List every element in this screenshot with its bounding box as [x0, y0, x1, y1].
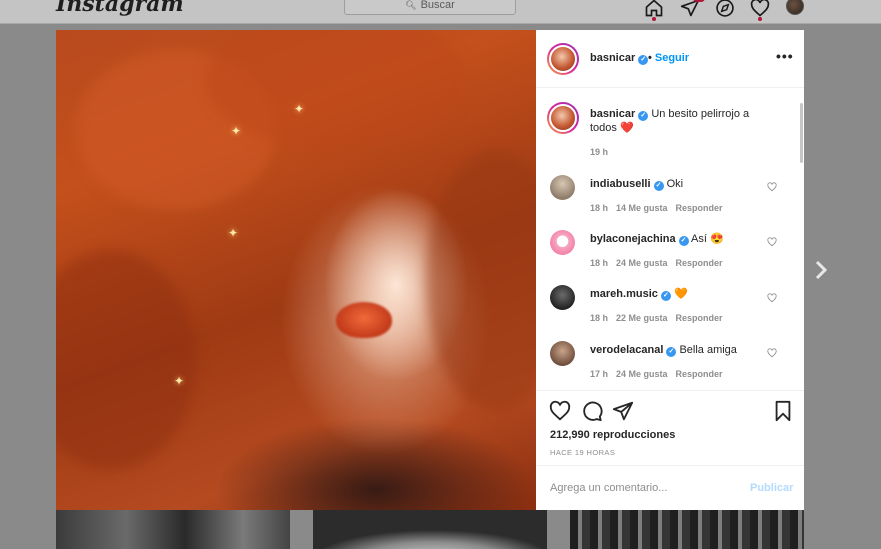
- verified-badge-icon: ✓: [638, 111, 649, 121]
- comment-avatar[interactable]: [550, 175, 575, 200]
- comment-meta: 18 h 24 Me gusta Responder: [590, 258, 723, 268]
- comments-list[interactable]: basnicar ✓ Un besito pelirrojo a todos ❤️…: [536, 89, 804, 389]
- comment-avatar[interactable]: [550, 341, 575, 366]
- post-image[interactable]: ✦ ✦ ✦ ✦: [56, 30, 536, 510]
- hair-shadow: [426, 150, 536, 410]
- notification-badge: [693, 0, 705, 2]
- follow-button[interactable]: • Seguir: [648, 52, 689, 64]
- verified-badge-icon: ✓: [660, 291, 671, 301]
- direct-icon[interactable]: [680, 0, 700, 18]
- top-nav-bar: Instagram 🔍︎ Buscar: [0, 0, 881, 24]
- comment-text: indiabuselli ✓ Oki: [590, 178, 684, 191]
- caption-text: basnicar ✓ Un besito pelirrojo a todos ❤️: [590, 108, 750, 134]
- home-active-dot: [652, 17, 656, 21]
- activity-dot: [758, 17, 762, 21]
- comment-avatar[interactable]: [550, 230, 575, 255]
- comments-scrollbar[interactable]: [800, 103, 803, 163]
- view-count[interactable]: 212,990 reproducciones: [550, 429, 675, 441]
- comment-meta: 17 h 24 Me gusta Responder: [590, 369, 723, 379]
- heart-eyes-emoji: 😍: [710, 233, 724, 245]
- home-icon[interactable]: [644, 0, 664, 18]
- search-input[interactable]: 🔍︎ Buscar: [344, 0, 516, 15]
- caption-username[interactable]: basnicar: [590, 108, 635, 120]
- more-options-icon[interactable]: •••: [776, 48, 794, 64]
- comment-text: verodelacanal ✓ Bella amiga: [590, 344, 737, 357]
- sparkle-icon: ✦: [231, 124, 242, 138]
- sparkle-icon: ✦: [174, 374, 185, 388]
- comment-bubble-icon[interactable]: [581, 400, 603, 422]
- activity-heart-icon[interactable]: [750, 0, 770, 18]
- publish-button[interactable]: Publicar: [750, 482, 793, 494]
- save-bookmark-icon[interactable]: [772, 400, 794, 422]
- caption-time: 19 h: [590, 147, 609, 157]
- comment-text: mareh.music ✓ 🧡: [590, 288, 688, 301]
- verified-badge-icon: ✓: [638, 55, 649, 65]
- like-heart-icon[interactable]: [549, 400, 571, 422]
- post-header: basnicar ✓ • Seguir •••: [536, 30, 804, 88]
- like-comment-heart-icon[interactable]: [767, 348, 777, 358]
- heart-emoji: ❤️: [619, 122, 634, 134]
- post-side-panel: basnicar ✓ • Seguir ••• basnicar ✓ Un besit…: [536, 30, 804, 510]
- hair-shadow: [56, 250, 196, 470]
- add-comment-bar: Agrega un comentario... Publicar: [536, 465, 804, 510]
- grid-thumbnail[interactable]: [570, 510, 804, 549]
- grid-thumbnail[interactable]: [56, 510, 290, 549]
- comment-meta: 18 h 14 Me gusta Responder: [590, 203, 723, 213]
- orange-heart-emoji: 🧡: [673, 288, 688, 300]
- grid-thumbnail[interactable]: [313, 510, 547, 549]
- sparkle-icon: ✦: [228, 226, 239, 240]
- post-actions: 212,990 reproducciones HACE 19 HORAS: [536, 390, 804, 465]
- verified-badge-icon: ✓: [678, 236, 689, 246]
- posted-time[interactable]: HACE 19 HORAS: [550, 448, 615, 457]
- comment-avatar[interactable]: [550, 285, 575, 310]
- lips: [336, 302, 392, 338]
- verified-badge-icon: ✓: [666, 347, 677, 357]
- owner-username[interactable]: basnicar ✓: [590, 52, 649, 65]
- search-icon: 🔍︎: [405, 0, 417, 10]
- like-comment-heart-icon[interactable]: [767, 182, 777, 192]
- owner-avatar[interactable]: [547, 43, 579, 75]
- search-placeholder: Buscar: [420, 0, 455, 11]
- caption-avatar[interactable]: [547, 102, 579, 134]
- share-direct-icon[interactable]: [612, 400, 634, 422]
- comment-text: bylaconejachina ✓ Así 😍: [590, 233, 724, 246]
- next-post-chevron-icon[interactable]: [811, 258, 831, 282]
- profile-avatar[interactable]: [786, 0, 804, 15]
- instagram-logo[interactable]: Instagram: [56, 0, 184, 17]
- like-comment-heart-icon[interactable]: [767, 293, 777, 303]
- explore-icon[interactable]: [715, 0, 735, 18]
- comment-input[interactable]: Agrega un comentario...: [550, 482, 667, 494]
- sparkle-icon: ✦: [294, 102, 305, 116]
- like-comment-heart-icon[interactable]: [767, 237, 777, 247]
- comment-meta: 18 h 22 Me gusta Responder: [590, 313, 723, 323]
- verified-badge-icon: ✓: [653, 181, 664, 191]
